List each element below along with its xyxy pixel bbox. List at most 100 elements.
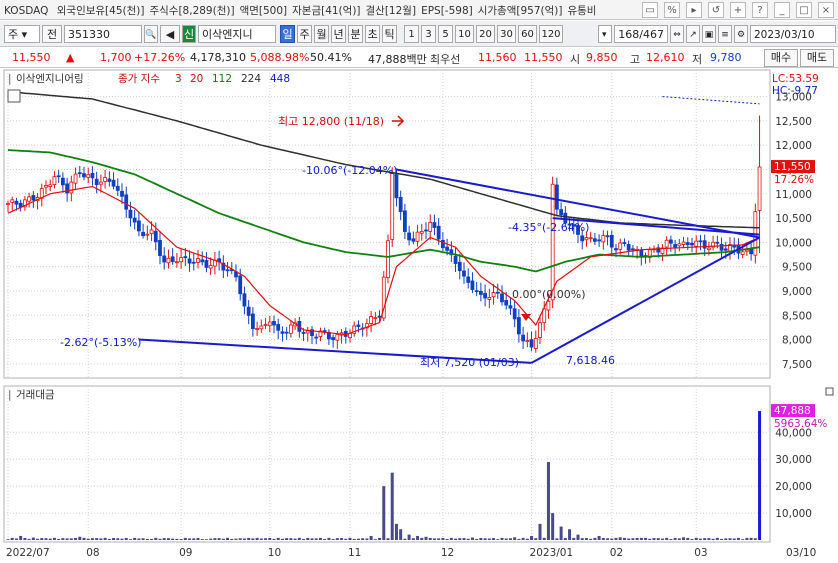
candle-body bbox=[162, 255, 167, 263]
gear-icon[interactable]: ⚙ bbox=[734, 25, 748, 43]
volume-bar bbox=[394, 523, 398, 540]
candle-body bbox=[500, 293, 504, 303]
candle-body bbox=[103, 177, 108, 182]
dropdown-icon[interactable]: ▾ bbox=[598, 25, 612, 43]
candle-body bbox=[69, 181, 74, 194]
help-icon[interactable]: ? bbox=[752, 2, 768, 18]
volume-bar bbox=[302, 538, 306, 540]
date-input[interactable]: 2023/03/10 bbox=[750, 25, 836, 43]
last-price-pct: 17.26% bbox=[774, 174, 814, 186]
period-tab-0[interactable]: 일 bbox=[280, 25, 295, 43]
volume-bar bbox=[378, 537, 382, 540]
volume-bar bbox=[226, 537, 230, 540]
volume-bar bbox=[424, 536, 428, 540]
volume-bar bbox=[728, 538, 732, 540]
x-tick-label: 09 bbox=[179, 547, 192, 559]
maximize-icon[interactable]: □ bbox=[796, 2, 812, 18]
info-item: 주식수[8,289(천)] bbox=[149, 5, 235, 17]
candle-body bbox=[445, 246, 450, 251]
volume-bar bbox=[437, 538, 441, 540]
restore-icon[interactable]: ↺ bbox=[708, 2, 724, 18]
period-tab-3[interactable]: 년 bbox=[331, 25, 346, 43]
volume-bar bbox=[475, 538, 479, 540]
volume-bar bbox=[601, 538, 605, 540]
code-input[interactable]: 351330 bbox=[64, 25, 142, 43]
info-items: 외국인보유[45(천)] 주식수[8,289(천)] 액면[500] 자본금[41(억… bbox=[52, 5, 597, 17]
plus-icon[interactable]: + bbox=[730, 2, 746, 18]
volume-bar bbox=[280, 538, 284, 540]
candle-body bbox=[73, 173, 78, 184]
interval-button-30[interactable]: 30 bbox=[497, 25, 516, 43]
pan-icon[interactable]: ⇔ bbox=[670, 25, 684, 43]
candle-body bbox=[757, 166, 762, 211]
candle-body bbox=[685, 242, 690, 246]
period-tab-6[interactable]: 틱 bbox=[382, 25, 397, 43]
candle-body bbox=[373, 317, 378, 319]
period-tab-4[interactable]: 분 bbox=[348, 25, 363, 43]
volume-bar bbox=[107, 538, 111, 540]
interval-button-60[interactable]: 60 bbox=[518, 25, 537, 43]
volume-bar bbox=[420, 537, 424, 540]
volume-bar bbox=[166, 538, 170, 540]
volume-bar bbox=[19, 535, 23, 540]
search-icon[interactable]: 🔍 bbox=[144, 25, 158, 43]
period-tab-2[interactable]: 월 bbox=[314, 25, 329, 43]
volume-bar bbox=[14, 538, 18, 540]
prev-button[interactable]: 전 bbox=[42, 25, 62, 43]
speaker-icon[interactable]: ◀ bbox=[160, 25, 180, 43]
stock-chart[interactable]: 13,00012,50012,00011,50011,00010,50010,0… bbox=[0, 68, 838, 563]
info-item: 유통비 bbox=[567, 5, 597, 17]
ratio-icon[interactable]: % bbox=[664, 2, 680, 18]
candle-body bbox=[521, 334, 526, 342]
volume-bar bbox=[23, 538, 27, 540]
forward-icon[interactable]: ▸ bbox=[686, 2, 702, 18]
period-tab-1[interactable]: 주 bbox=[297, 25, 312, 43]
candle-body bbox=[457, 261, 462, 272]
buy-button[interactable]: 매수 bbox=[764, 49, 798, 67]
candle-body bbox=[77, 172, 82, 175]
best-ask: 11,560 bbox=[478, 51, 517, 64]
candle-body bbox=[170, 256, 175, 262]
x-tick-label: 11 bbox=[348, 547, 361, 559]
save-icon[interactable]: ▣ bbox=[702, 25, 716, 43]
list-icon[interactable]: ≡ bbox=[718, 25, 732, 43]
minimize-icon[interactable]: _ bbox=[774, 2, 790, 18]
grid-toggle-icon bbox=[7, 89, 21, 103]
candle-body bbox=[491, 292, 496, 298]
interval-button-20[interactable]: 20 bbox=[476, 25, 495, 43]
volume-bar bbox=[538, 523, 542, 540]
candle-body bbox=[6, 203, 10, 205]
y-tick-label: 12,000 bbox=[775, 140, 812, 152]
triangle-top-label: -4.35°(-2.64%) bbox=[508, 221, 589, 234]
volume-bar bbox=[682, 537, 686, 540]
info-item: 외국인보유[45(천)] bbox=[56, 5, 145, 17]
x-tick-label: 03/10 bbox=[786, 547, 816, 559]
candle-body bbox=[82, 173, 86, 178]
close-icon[interactable]: × bbox=[818, 2, 834, 18]
volume-bar bbox=[635, 538, 639, 540]
volume-bar bbox=[403, 538, 407, 540]
candle-body bbox=[601, 235, 606, 243]
period-tab-5[interactable]: 초 bbox=[365, 25, 380, 43]
interval-button-10[interactable]: 10 bbox=[455, 25, 474, 43]
y-tick-label: 8,000 bbox=[782, 335, 812, 347]
last-volume-pct: 5963.64% bbox=[774, 418, 827, 430]
interval-button-5[interactable]: 5 bbox=[438, 25, 453, 43]
volume-bar bbox=[264, 538, 268, 540]
interval-button-3[interactable]: 3 bbox=[421, 25, 436, 43]
chart-icon[interactable]: ↗ bbox=[686, 25, 700, 43]
sell-button[interactable]: 매도 bbox=[800, 49, 834, 67]
candle-body bbox=[529, 339, 534, 348]
interval-button-1[interactable]: 1 bbox=[404, 25, 419, 43]
volume-bar bbox=[694, 537, 698, 540]
volume-bar bbox=[183, 537, 187, 540]
volume-bar bbox=[715, 537, 719, 540]
interval-button-120[interactable]: 120 bbox=[539, 25, 563, 43]
volume-panel bbox=[3, 385, 771, 543]
candle-body bbox=[398, 197, 403, 213]
market-select[interactable]: 주 ▾ bbox=[4, 25, 40, 43]
volume-bar bbox=[340, 538, 344, 540]
volume-bar bbox=[513, 537, 517, 540]
window-icon[interactable]: ▭ bbox=[642, 2, 658, 18]
candle-body bbox=[31, 195, 36, 201]
